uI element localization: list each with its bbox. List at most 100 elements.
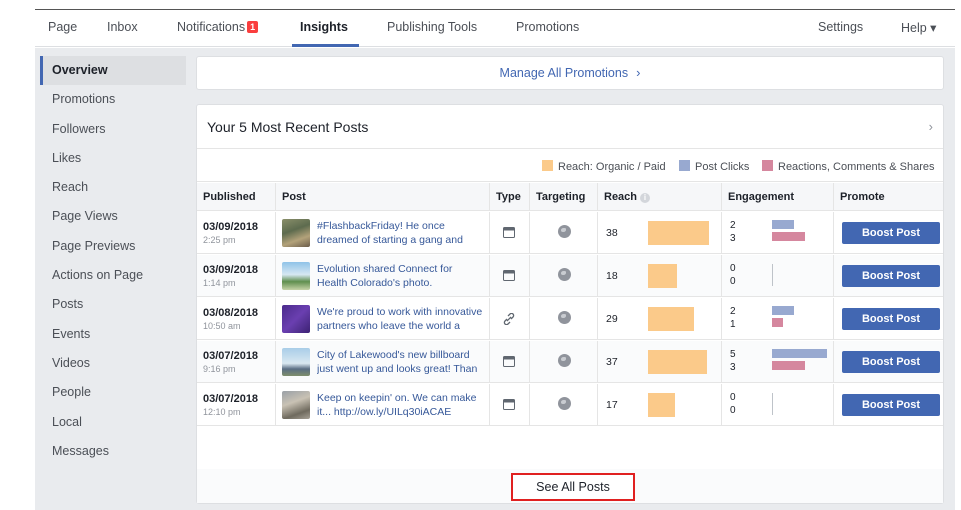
post-thumbnail (282, 219, 310, 247)
manage-promotions-link[interactable]: Manage All Promotions (500, 66, 629, 80)
reactions-bar (772, 318, 783, 327)
post-date: 03/09/2018 (203, 221, 259, 233)
engagement-values: 00 (730, 262, 736, 288)
sidebar-item-messages[interactable]: Messages (40, 437, 186, 466)
globe-icon (558, 311, 571, 324)
nav-settings[interactable]: Settings (818, 20, 863, 34)
engagement-zero-line (772, 264, 773, 286)
post-time: 9:16 pm (203, 364, 236, 374)
table-row: 03/07/2018 9:16 pm City of Lakewood's new … (197, 341, 943, 383)
sidebar-item-videos[interactable]: Videos (40, 349, 186, 378)
nav-page[interactable]: Page (48, 20, 77, 34)
promote-cell: Boost Post (833, 298, 945, 340)
post-date: 03/07/2018 (203, 393, 259, 405)
manage-promotions-bar[interactable]: Manage All Promotions › (196, 56, 944, 90)
post-cell[interactable]: City of Lakewood's new billboard just we… (275, 341, 489, 383)
reach-cell: 38 (597, 212, 721, 254)
post-clicks-value: 0 (730, 263, 736, 274)
recent-posts-card: Your 5 Most Recent Posts › Reach: Organi… (196, 104, 944, 504)
chevron-right-icon[interactable]: › (929, 119, 933, 134)
reactions-value: 0 (730, 405, 736, 416)
boost-post-button[interactable]: Boost Post (842, 222, 940, 244)
sidebar-item-page-previews[interactable]: Page Previews (40, 232, 186, 261)
targeting-cell (529, 212, 597, 254)
post-date: 03/08/2018 (203, 307, 259, 319)
nav-publishing-tools[interactable]: Publishing Tools (387, 20, 477, 34)
post-text[interactable]: Keep on keepin' on. We can make it... ht… (317, 391, 485, 419)
card-footer: See All Posts (197, 469, 943, 503)
sidebar-item-followers[interactable]: Followers (40, 115, 186, 144)
reactions-value: 3 (730, 362, 736, 373)
sidebar-item-likes[interactable]: Likes (40, 144, 186, 173)
column-published: Published (203, 191, 256, 203)
legend-reactions: Reactions, Comments & Shares (762, 160, 935, 173)
nav-help[interactable]: Help ▾ (901, 20, 936, 35)
published-cell: 03/08/2018 10:50 am (197, 298, 275, 340)
reach-value: 29 (606, 313, 618, 325)
engagement-values: 23 (730, 219, 736, 245)
sidebar-item-page-views[interactable]: Page Views (40, 202, 186, 231)
engagement-values: 53 (730, 348, 736, 374)
table-row: 03/08/2018 10:50 am We're proud to work wi… (197, 298, 943, 340)
post-text[interactable]: Evolution shared Connect for Health Colo… (317, 262, 485, 290)
published-cell: 03/09/2018 2:25 pm (197, 212, 275, 254)
post-time: 1:14 pm (203, 278, 236, 288)
post-clicks-value: 2 (730, 306, 736, 317)
post-clicks-value: 0 (730, 392, 736, 403)
post-cell[interactable]: #FlashbackFriday! He once dreamed of sta… (275, 212, 489, 254)
nav-inbox[interactable]: Inbox (107, 20, 138, 34)
boost-post-button[interactable]: Boost Post (842, 308, 940, 330)
reach-bar (648, 350, 707, 374)
engagement-cell: 00 (721, 255, 833, 297)
legend-label: Post Clicks (695, 161, 750, 173)
post-cell[interactable]: Evolution shared Connect for Health Colo… (275, 255, 489, 297)
promote-cell: Boost Post (833, 384, 945, 426)
sidebar-item-reach[interactable]: Reach (40, 173, 186, 202)
boost-post-button[interactable]: Boost Post (842, 265, 940, 287)
post-text[interactable]: City of Lakewood's new billboard just we… (317, 348, 485, 376)
card-title: Your 5 Most Recent Posts (207, 119, 369, 135)
column-reach: Reach i (597, 183, 721, 211)
see-all-posts-button[interactable]: See All Posts (511, 473, 635, 501)
engagement-values: 21 (730, 305, 736, 331)
engagement-cell: 21 (721, 298, 833, 340)
sidebar-item-posts[interactable]: Posts (40, 290, 186, 319)
published-cell: 03/07/2018 12:10 pm (197, 384, 275, 426)
globe-icon (558, 268, 571, 281)
post-text[interactable]: #FlashbackFriday! He once dreamed of sta… (317, 219, 485, 247)
insights-sidebar: Overview Promotions Followers Likes Reac… (40, 56, 186, 466)
boost-post-button[interactable]: Boost Post (842, 394, 940, 416)
column-type: Type (489, 183, 529, 211)
reach-value: 37 (606, 356, 618, 368)
sidebar-item-people[interactable]: People (40, 378, 186, 407)
boost-post-button[interactable]: Boost Post (842, 351, 940, 373)
post-clicks-bar (772, 349, 827, 358)
info-icon[interactable]: i (640, 193, 651, 203)
nav-promotions[interactable]: Promotions (516, 20, 579, 34)
column-targeting: Targeting (529, 183, 597, 211)
post-text[interactable]: We're proud to work with innovative part… (317, 305, 485, 333)
engagement-cell: 23 (721, 212, 833, 254)
type-cell (489, 212, 529, 254)
table-header: Published Post Type Targeting Reach i Eng… (197, 183, 943, 211)
post-cell[interactable]: We're proud to work with innovative part… (275, 298, 489, 340)
link-icon (503, 312, 515, 326)
reactions-value: 0 (730, 276, 736, 287)
legend-swatch (679, 160, 690, 171)
active-tab-indicator (292, 44, 359, 47)
sidebar-item-promotions[interactable]: Promotions (40, 85, 186, 114)
sidebar-item-local[interactable]: Local (40, 408, 186, 437)
sidebar-item-events[interactable]: Events (40, 320, 186, 349)
chart-legend: Reach: Organic / Paid Post Clicks Reacti… (197, 150, 943, 182)
photo-icon (503, 270, 515, 281)
reach-bar (648, 307, 694, 331)
post-thumbnail (282, 305, 310, 333)
published-cell: 03/07/2018 9:16 pm (197, 341, 275, 383)
nav-notifications-label: Notifications (177, 20, 246, 34)
sidebar-item-actions-on-page[interactable]: Actions on Page (40, 261, 186, 290)
nav-insights[interactable]: Insights (300, 20, 348, 34)
sidebar-item-overview[interactable]: Overview (40, 56, 186, 86)
engagement-values: 00 (730, 391, 736, 417)
post-cell[interactable]: Keep on keepin' on. We can make it... ht… (275, 384, 489, 426)
nav-notifications[interactable]: Notifications 1 (177, 20, 259, 34)
